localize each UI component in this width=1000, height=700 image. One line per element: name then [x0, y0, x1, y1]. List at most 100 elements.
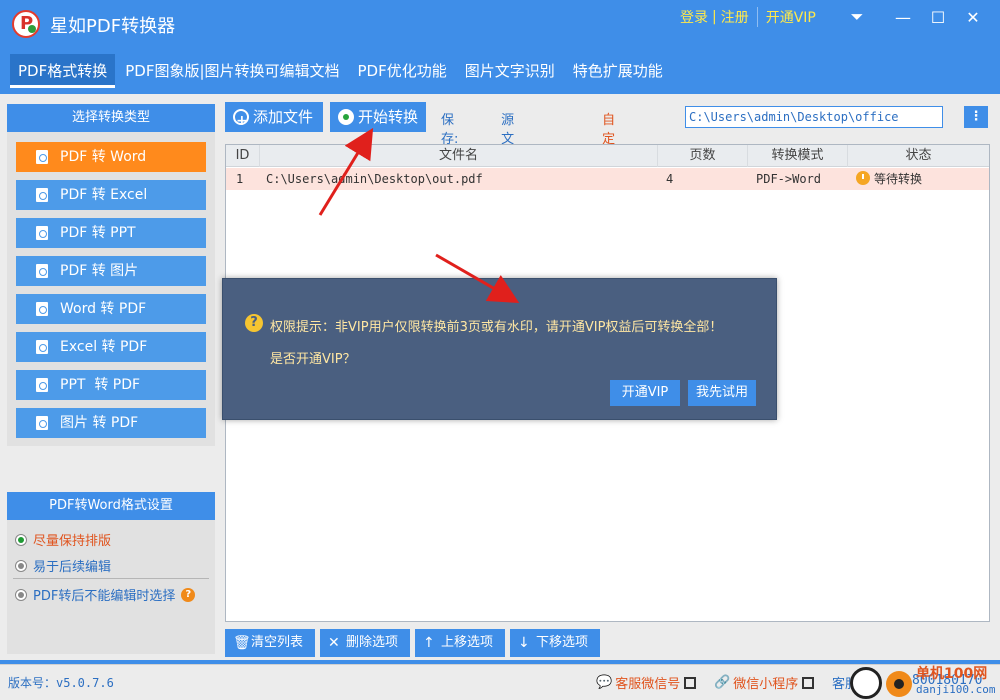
pdf-file-icon: [36, 226, 48, 240]
sidebar-item-label: PDF 转 Word: [60, 149, 147, 165]
link-icon: 🔗: [714, 675, 731, 690]
delete-item-button[interactable]: ✕ 删除选项: [320, 629, 410, 657]
clear-list-button[interactable]: 🗑 清空列表: [225, 629, 315, 657]
sidebar-item-word-to-pdf[interactable]: Word 转 PDF: [16, 294, 206, 324]
sidebar-item-pdf-to-image[interactable]: PDF 转 图片: [16, 256, 206, 286]
option-label: 易于后续编辑: [33, 560, 112, 575]
sidebar-item-label: PDF 转 PPT: [60, 225, 136, 241]
login-link[interactable]: 登录: [680, 7, 708, 27]
wechat-service-link[interactable]: 💬 客服微信号: [596, 673, 697, 692]
sidebar-item-label: Word 转 PDF: [60, 301, 147, 317]
output-path-input[interactable]: C:\Users\admin\Desktop\office: [685, 106, 943, 128]
close-icon: ✕: [328, 635, 340, 651]
version-text: 版本号：v5.0.7.6: [8, 676, 114, 690]
sidebar-item-pdf-to-excel[interactable]: PDF 转 Excel: [16, 180, 206, 210]
open-vip-button[interactable]: 开通VIP: [610, 380, 680, 406]
app-logo-icon: P: [12, 10, 40, 38]
table-row[interactable]: 1 C:\Users\admin\Desktop\out.pdf 4 PDF->…: [226, 168, 989, 190]
radio-icon: [15, 559, 27, 572]
question-icon: ?: [245, 314, 263, 332]
title-bar: P 星如PDF转换器 登录 | 注册 开通VIP ⏷ — ☐ ✕: [0, 0, 1000, 48]
move-up-button[interactable]: ↑ 上移选项: [415, 629, 505, 657]
help-icon[interactable]: ?: [181, 587, 196, 602]
watermark-logo-icon: [850, 667, 882, 699]
trash-icon: 🗑: [233, 635, 251, 651]
app-title: 星如PDF转换器: [50, 16, 176, 37]
watermark-url: danji100.com: [916, 683, 996, 696]
col-status: 状态: [905, 148, 932, 163]
option-keep-layout[interactable]: 尽量保持排版: [15, 530, 111, 549]
col-pages: 页数: [658, 145, 748, 167]
sidebar-item-pdf-to-word[interactable]: PDF 转 Word: [16, 142, 206, 172]
radio-icon: [15, 588, 27, 601]
title-links: 登录 | 注册 开通VIP: [680, 0, 816, 34]
sidebar-item-pdf-to-ppt[interactable]: PDF 转 PPT: [16, 218, 206, 248]
clock-icon: [856, 171, 870, 185]
move-down-button[interactable]: ↓ 下移选项: [510, 629, 600, 657]
cell-filename: C:\Users\admin\Desktop\out.pdf: [266, 172, 483, 186]
col-mode: 转换模式: [748, 145, 848, 167]
sidebar-item-image-to-pdf[interactable]: 图片 转 PDF: [16, 408, 206, 438]
link-separator: |: [712, 9, 717, 25]
sidebar-item-label: 图片 转 PDF: [60, 415, 139, 431]
try-first-button[interactable]: 我先试用: [688, 380, 756, 406]
add-file-button[interactable]: 添加文件: [225, 102, 323, 136]
divider: [13, 578, 209, 579]
add-file-label: 添加文件: [253, 108, 314, 126]
browse-path-button[interactable]: ⋮: [964, 106, 988, 128]
radio-checked-icon: [15, 533, 27, 546]
wechat-icon: 💬: [596, 675, 613, 690]
option-label: 尽量保持排版: [33, 534, 112, 549]
move-up-label: 上移选项: [441, 635, 494, 650]
divider: [756, 7, 758, 27]
ppt-file-icon: [36, 378, 48, 392]
site-watermark: 单机100网 danji100.com: [850, 665, 1000, 700]
sidebar-item-label: PPT 转 PDF: [60, 377, 141, 393]
sidebar-item-label: Excel 转 PDF: [60, 339, 148, 355]
tab-pdf-format-convert[interactable]: PDF格式转换: [10, 54, 116, 88]
close-button[interactable]: ✕: [958, 4, 988, 30]
wechat-label: 客服微信号: [615, 677, 681, 692]
cell-mode: PDF->Word: [756, 172, 822, 186]
pdf-file-icon: [36, 264, 48, 278]
cell-pages: 4: [666, 172, 674, 186]
option-easy-edit[interactable]: 易于后续编辑: [15, 556, 111, 575]
start-convert-button[interactable]: 开始转换: [330, 102, 426, 132]
register-link[interactable]: 注册: [721, 7, 749, 27]
tab-image-ocr[interactable]: 图片文字识别: [457, 54, 563, 88]
status-bar: 版本号：v5.0.7.6 💬 客服微信号 🔗 微信小程序 客服 800180170 …: [0, 664, 1000, 700]
convert-type-sidebar: 选择转换类型 PDF 转 Word PDF 转 Excel PDF 转 PPT …: [7, 104, 215, 446]
option-label: PDF转后不能编辑时选择: [33, 589, 176, 604]
save-label: 保存:: [441, 113, 459, 147]
watermark-text: 单机100网: [916, 666, 988, 682]
col-id: ID: [226, 145, 260, 167]
sidebar-item-excel-to-pdf[interactable]: Excel 转 PDF: [16, 332, 206, 362]
tab-pdf-optimize[interactable]: PDF优化功能: [350, 54, 455, 88]
status-text: 等待转换: [874, 172, 923, 186]
mini-program-link[interactable]: 🔗 微信小程序: [714, 673, 815, 692]
table-header: ID 文件名 页数 转换模式 状态: [226, 145, 989, 167]
vip-permission-dialog: ? 权限提示：非VIP用户仅限转换前3页或有水印，请开通VIP权益后可转换全部！…: [222, 278, 777, 420]
dialog-question: 是否开通VIP？: [270, 352, 356, 367]
cell-id: 1: [236, 172, 244, 186]
start-convert-label: 开始转换: [358, 108, 419, 126]
vip-link[interactable]: 开通VIP: [766, 7, 816, 27]
sidebar-item-ppt-to-pdf[interactable]: PPT 转 PDF: [16, 370, 206, 400]
main-tabs: PDF格式转换 PDF图象版|图片转换可编辑文档 PDF优化功能 图片文字识别 …: [0, 54, 1000, 88]
mini-program-label: 微信小程序: [733, 677, 799, 692]
col-filename: 文件名: [260, 145, 658, 167]
maximize-button[interactable]: ☐: [923, 4, 953, 30]
settings-header: PDF转Word格式设置: [7, 492, 215, 520]
word-format-settings: PDF转Word格式设置 尽量保持排版 易于后续编辑 PDF转后不能编辑时选择?: [7, 492, 215, 654]
move-down-label: 下移选项: [536, 635, 589, 650]
tab-extensions[interactable]: 特色扩展功能: [565, 54, 671, 88]
qr-code-icon: [802, 676, 815, 689]
sidebar-item-label: PDF 转 Excel: [60, 187, 148, 203]
dialog-message: 权限提示：非VIP用户仅限转换前3页或有水印，请开通VIP权益后可转换全部！: [270, 320, 723, 335]
menu-dropdown-icon[interactable]: ⏷: [842, 4, 872, 30]
arrow-down-icon: ↓: [518, 635, 530, 651]
tab-pdf-image-version[interactable]: PDF图象版|图片转换可编辑文档: [117, 54, 347, 88]
option-uneditable[interactable]: PDF转后不能编辑时选择?: [15, 585, 196, 604]
sidebar-item-label: PDF 转 图片: [60, 263, 139, 279]
minimize-button[interactable]: —: [888, 4, 918, 30]
